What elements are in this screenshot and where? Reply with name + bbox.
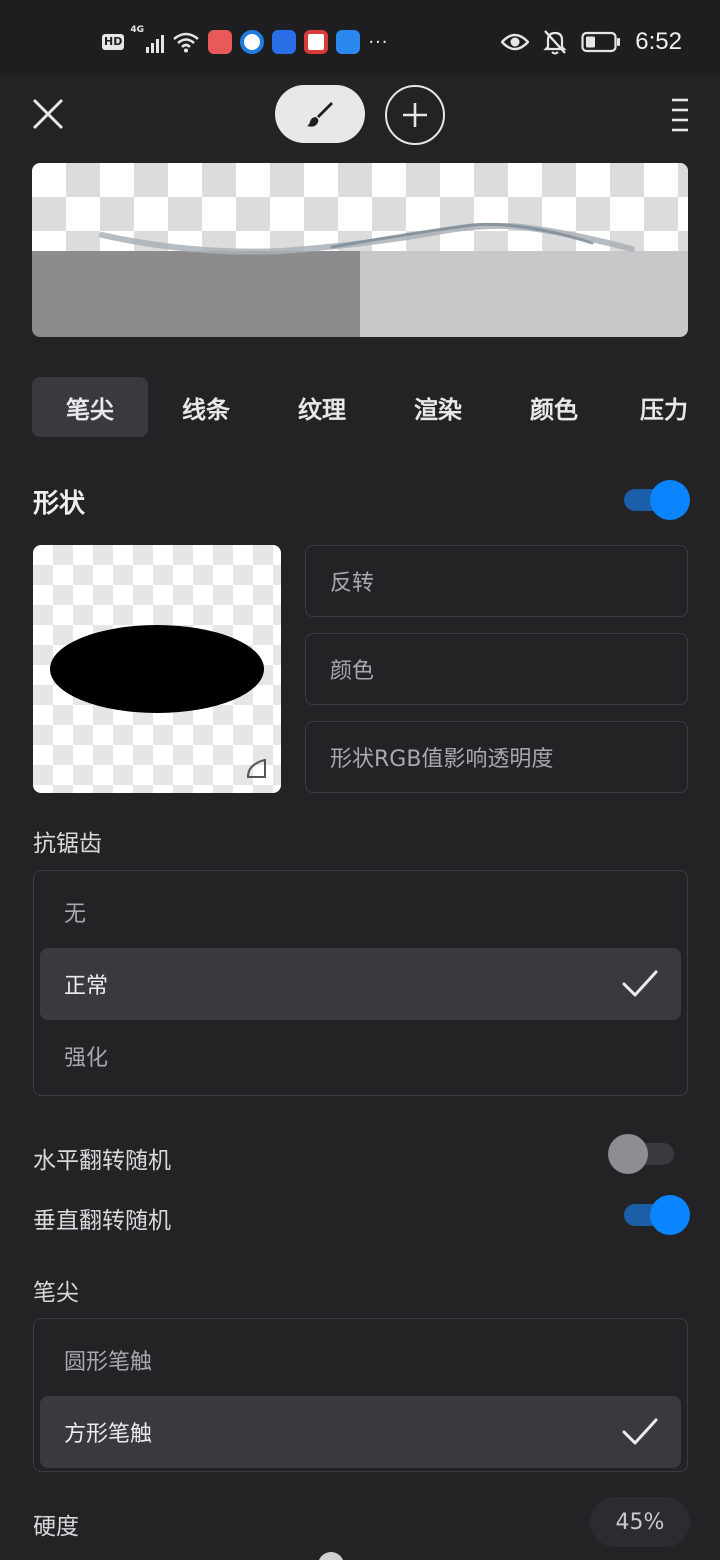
tip-square[interactable]: 方形笔触 (40, 1396, 681, 1468)
shape-ellipse (50, 625, 264, 713)
shape-edit-corner-icon[interactable] (245, 757, 269, 781)
horizontal-flip-label: 水平翻转随机 (33, 1148, 171, 1174)
check-icon (622, 970, 658, 997)
hardness-value[interactable]: 45% (590, 1497, 690, 1547)
shape-color-option[interactable]: 颜色 (305, 633, 688, 705)
book-app-icon (304, 30, 329, 54)
tab-texture[interactable]: 纹理 (264, 377, 380, 437)
antialias-list: 无 正常 强化 (33, 870, 688, 1096)
tip-round[interactable]: 圆形笔触 (40, 1324, 681, 1396)
status-left: HD 4G ··· (102, 25, 389, 56)
more-notifications: ··· (368, 31, 389, 53)
mail-app-icon (208, 30, 233, 54)
brush-stroke (99, 222, 635, 255)
add-button[interactable] (385, 85, 445, 145)
antialias-normal-label: 正常 (64, 974, 109, 999)
bulb-app-icon (272, 30, 297, 54)
vertical-flip-label: 垂直翻转随机 (33, 1208, 171, 1234)
tab-stroke[interactable]: 线条 (148, 377, 264, 437)
hardness-label: 硬度 (33, 1514, 79, 1540)
mute-bell-icon (543, 30, 567, 55)
tab-render[interactable]: 渲染 (380, 377, 496, 437)
antialias-normal[interactable]: 正常 (40, 948, 681, 1020)
weather-app-icon (336, 30, 361, 54)
antialias-title: 抗锯齿 (33, 831, 102, 857)
vertical-flip-toggle[interactable] (624, 1195, 690, 1235)
shape-rgb-opacity-option[interactable]: 形状RGB值影响透明度 (305, 721, 688, 793)
horizontal-flip-toggle[interactable] (608, 1134, 674, 1174)
shape-toggle[interactable] (624, 480, 690, 520)
plus-icon (403, 103, 427, 127)
wifi-icon (173, 32, 200, 53)
tip-list: 圆形笔触 方形笔触 (33, 1318, 688, 1472)
network-type: 4G (130, 25, 144, 35)
hardness-slider-thumb[interactable] (318, 1552, 344, 1560)
brush-settings-menu-icon[interactable] (664, 96, 696, 134)
eye-icon (501, 33, 530, 51)
shape-title: 形状 (33, 489, 86, 519)
brush-icon (307, 102, 333, 127)
status-bar: HD 4G ··· 6:52 (0, 0, 720, 76)
antialias-strong[interactable]: 强化 (40, 1020, 681, 1092)
battery-icon (581, 31, 621, 53)
check-icon (622, 1418, 658, 1445)
antialias-none[interactable]: 无 (40, 876, 681, 948)
tab-color[interactable]: 颜色 (496, 377, 612, 437)
clock: 6:52 (635, 28, 682, 55)
stroke-preview[interactable] (32, 163, 688, 337)
shape-invert-option[interactable]: 反转 (305, 545, 688, 617)
brush-tabs: 笔尖 线条 纹理 渲染 颜色 压力 (32, 377, 720, 437)
browser-app-icon (240, 30, 265, 54)
signal-icon: 4G (130, 25, 165, 53)
tab-tip[interactable]: 笔尖 (32, 377, 148, 437)
tip-square-label: 方形笔触 (64, 1422, 153, 1447)
tip-title: 笔尖 (33, 1280, 79, 1306)
brush-button[interactable] (275, 85, 365, 143)
shape-preview[interactable] (33, 545, 281, 793)
status-right: 6:52 (501, 26, 682, 58)
close-icon[interactable] (26, 92, 70, 136)
tab-pressure[interactable]: 压力 (612, 377, 720, 437)
hd-badge: HD (102, 34, 125, 50)
